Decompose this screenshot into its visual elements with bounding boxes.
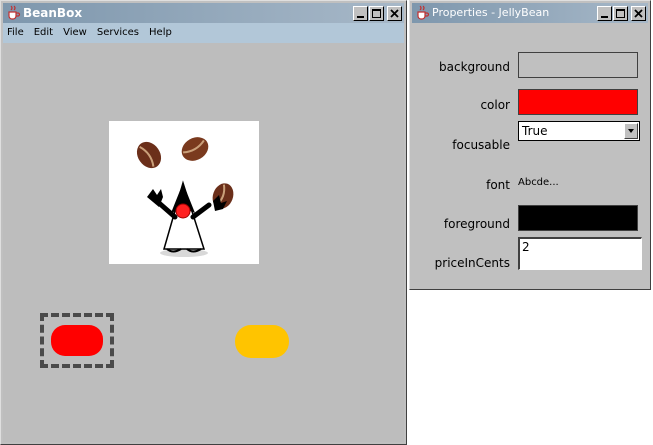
price-in-cents-field[interactable]: 2 xyxy=(518,237,642,270)
jellybean-red[interactable] xyxy=(51,325,103,356)
menu-view[interactable]: View xyxy=(63,23,87,43)
properties-window: Properties - JellyBean background color … xyxy=(409,0,651,290)
beanbox-window: BeanBox File Edit View Services Help xyxy=(0,0,407,445)
label-color: color xyxy=(480,98,510,112)
label-background: background xyxy=(439,60,510,74)
menu-services[interactable]: Services xyxy=(97,23,139,43)
close-button[interactable] xyxy=(631,6,646,21)
label-focusable: focusable xyxy=(452,138,510,152)
minimize-icon xyxy=(357,16,364,18)
properties-title: Properties - JellyBean xyxy=(432,6,550,19)
font-value[interactable]: Abcde... xyxy=(518,177,559,188)
maximize-button[interactable] xyxy=(369,6,384,21)
maximize-button[interactable] xyxy=(613,6,628,21)
close-button[interactable] xyxy=(387,6,402,21)
label-font: font xyxy=(486,178,510,192)
maximize-icon xyxy=(372,9,381,18)
minimize-button[interactable] xyxy=(353,6,368,21)
java-cup-icon xyxy=(417,5,430,20)
jellybean-yellow[interactable] xyxy=(235,325,289,358)
price-in-cents-value: 2 xyxy=(522,240,530,254)
juggler-bean[interactable] xyxy=(109,121,259,264)
menubar: File Edit View Services Help xyxy=(3,23,404,43)
properties-titlebar[interactable]: Properties - JellyBean xyxy=(412,3,648,23)
label-price-in-cents: priceInCents xyxy=(434,256,510,270)
minimize-button[interactable] xyxy=(597,6,612,21)
beanbox-titlebar[interactable]: BeanBox xyxy=(3,3,404,23)
duke-juggler-icon xyxy=(136,137,234,257)
menu-file[interactable]: File xyxy=(7,23,24,43)
beanbox-title: BeanBox xyxy=(23,6,83,20)
menu-help[interactable]: Help xyxy=(149,23,172,43)
maximize-icon xyxy=(616,9,625,18)
focusable-value: True xyxy=(522,124,548,138)
dropdown-button[interactable] xyxy=(624,123,638,139)
java-cup-icon xyxy=(8,5,21,20)
chevron-down-icon xyxy=(628,129,634,133)
label-foreground: foreground xyxy=(443,217,510,231)
bean-canvas[interactable] xyxy=(3,43,404,442)
focusable-select[interactable]: True xyxy=(518,121,640,141)
color-swatch[interactable] xyxy=(518,89,638,115)
menu-edit[interactable]: Edit xyxy=(34,23,53,43)
close-icon xyxy=(634,9,643,18)
close-icon xyxy=(390,9,399,18)
minimize-icon xyxy=(601,16,608,18)
selected-jellybean-frame[interactable] xyxy=(40,313,114,368)
background-swatch[interactable] xyxy=(518,52,638,78)
foreground-swatch[interactable] xyxy=(518,205,638,231)
